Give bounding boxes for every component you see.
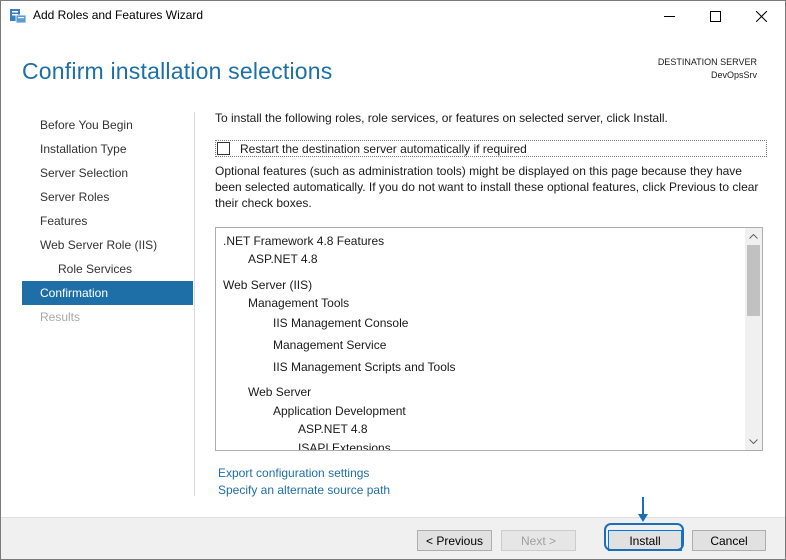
list-item: Management Service <box>273 338 387 352</box>
list-item: Application Development <box>273 404 406 418</box>
chevron-down-icon <box>749 439 758 444</box>
list-item: IIS Management Scripts and Tools <box>273 360 456 374</box>
list-item: ASP.NET 4.8 <box>248 252 318 266</box>
features-list[interactable]: .NET Framework 4.8 Features ASP.NET 4.8 We… <box>215 227 763 451</box>
list-item: .NET Framework 4.8 Features <box>223 234 385 248</box>
export-configuration-link[interactable]: Export configuration settings <box>218 466 369 480</box>
server-manager-icon <box>10 9 26 23</box>
next-button[interactable]: Next > <box>501 530 576 551</box>
intro-text: To install the following roles, role ser… <box>215 111 668 125</box>
list-item: ASP.NET 4.8 <box>298 422 368 436</box>
nav-item[interactable]: Web Server Role (IIS) <box>22 233 193 257</box>
window-title: Add Roles and Features Wizard <box>33 8 204 22</box>
maximize-button[interactable] <box>693 1 739 32</box>
arrow-down-icon <box>638 497 648 522</box>
scroll-down-button[interactable] <box>745 433 762 450</box>
page-title: Confirm installation selections <box>22 58 333 84</box>
vertical-scrollbar[interactable] <box>745 228 762 450</box>
nav-item[interactable]: Installation Type <box>22 137 193 161</box>
restart-label[interactable]: Restart the destination server automatic… <box>240 142 527 156</box>
nav-item[interactable]: Server Selection <box>22 161 193 185</box>
wizard-nav: Before You Begin Installation Type Server … <box>22 113 193 329</box>
nav-item: Results <box>40 310 81 324</box>
nav-item[interactable]: Before You Begin <box>22 113 193 137</box>
minimize-button[interactable] <box>647 1 693 32</box>
cancel-button[interactable]: Cancel <box>692 530 766 551</box>
list-item: Management Tools <box>248 296 350 310</box>
nav-item[interactable]: Role Services <box>22 257 193 281</box>
restart-option[interactable]: Restart the destination server automatic… <box>215 140 767 157</box>
nav-item[interactable]: Features <box>22 209 193 233</box>
optional-features-text: Optional features (such as administratio… <box>215 164 759 210</box>
list-item: Web Server <box>248 385 312 399</box>
close-button[interactable] <box>739 1 785 32</box>
destination-server-name: DevOpsSrv <box>710 70 757 80</box>
wizard-header: Confirm installation selections DESTINAT… <box>1 32 785 94</box>
minimize-icon <box>664 16 675 17</box>
nav-item[interactable]: Confirmation <box>22 281 193 305</box>
scroll-up-button[interactable] <box>745 228 762 245</box>
maximize-icon <box>710 11 721 22</box>
wizard-window: Add Roles and Features Wizard Confirm in… <box>0 0 786 560</box>
alternate-source-link[interactable]: Specify an alternate source path <box>218 483 390 497</box>
restart-checkbox[interactable] <box>217 142 230 155</box>
close-icon <box>756 11 767 22</box>
previous-button[interactable]: < Previous <box>417 530 492 551</box>
list-item: Web Server (IIS) <box>223 278 313 292</box>
nav-item[interactable]: Server Roles <box>22 185 193 209</box>
features-list-content: .NET Framework 4.8 Features ASP.NET 4.8 We… <box>216 228 744 450</box>
chevron-up-icon <box>749 234 758 239</box>
install-highlight-ring <box>604 523 684 551</box>
nav-divider <box>194 112 195 496</box>
scrollbar-thumb[interactable] <box>747 245 760 316</box>
list-item: ISAPI Extensions <box>298 441 391 450</box>
title-bar[interactable]: Add Roles and Features Wizard <box>1 1 785 32</box>
list-item: IIS Management Console <box>273 316 409 330</box>
destination-server-label: DESTINATION SERVER <box>657 57 757 67</box>
